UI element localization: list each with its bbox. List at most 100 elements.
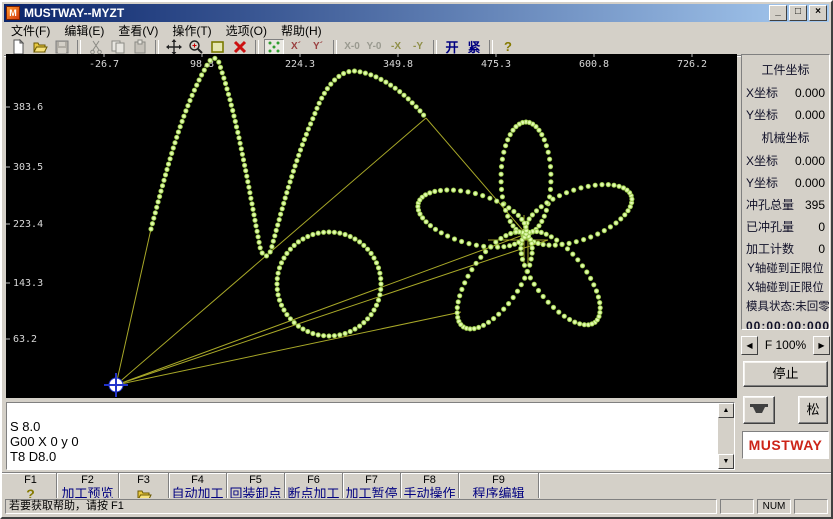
menu-item-5[interactable]: 帮助(H) bbox=[274, 21, 329, 40]
minimize-button[interactable]: _ bbox=[769, 5, 787, 21]
punch-dot bbox=[194, 83, 199, 88]
stop-button[interactable]: 停止 bbox=[743, 361, 828, 387]
punch-dot bbox=[432, 189, 437, 194]
punch-dot bbox=[365, 316, 370, 321]
feed-increase-button[interactable]: ▶ bbox=[813, 336, 830, 355]
punch-dot bbox=[343, 232, 348, 237]
punch-dot bbox=[160, 183, 165, 188]
clamp-open-button[interactable]: 开 bbox=[442, 39, 462, 55]
scroll-up-icon[interactable]: ▲ bbox=[718, 403, 734, 418]
info-row-0: 工件坐标 bbox=[746, 58, 825, 82]
punch-dot bbox=[501, 307, 506, 312]
punch-dot bbox=[275, 222, 280, 227]
info-row-3: 机械坐标 bbox=[746, 126, 825, 150]
punch-dot bbox=[294, 158, 299, 163]
punch-dot bbox=[520, 257, 525, 262]
y-to-zero-icon[interactable]: Y-0 bbox=[364, 39, 384, 55]
punch-dot bbox=[501, 244, 506, 249]
show-points-icon[interactable] bbox=[264, 39, 284, 55]
clamp-tight-button[interactable]: 紧 bbox=[464, 39, 484, 55]
right-panel: 工件坐标X坐标0.000Y坐标0.000机械坐标X坐标0.000Y坐标0.000… bbox=[741, 54, 832, 497]
paste-icon[interactable] bbox=[130, 39, 150, 55]
punch-dot bbox=[171, 145, 176, 150]
new-file-icon[interactable] bbox=[8, 39, 28, 55]
punch-dot bbox=[548, 164, 553, 169]
minus-x-icon[interactable]: -X bbox=[386, 39, 406, 55]
punch-dot bbox=[513, 229, 518, 234]
info-row-12: 00:00:00:000 bbox=[746, 317, 825, 330]
punch-dot bbox=[466, 241, 471, 246]
punch-dot bbox=[577, 321, 582, 326]
menu-item-4[interactable]: 选项(O) bbox=[219, 21, 274, 40]
punch-dot bbox=[606, 182, 611, 187]
punch-dot bbox=[302, 137, 307, 142]
x-axis-check-icon[interactable]: X´ bbox=[286, 39, 306, 55]
punch-dot bbox=[536, 223, 541, 228]
punch-dot bbox=[260, 250, 265, 255]
move-view-icon[interactable] bbox=[164, 39, 184, 55]
punch-dot bbox=[593, 183, 598, 188]
cut-icon[interactable] bbox=[86, 39, 106, 55]
punch-dot bbox=[154, 205, 159, 210]
punch-dot bbox=[522, 263, 527, 268]
open-file-icon[interactable] bbox=[30, 39, 50, 55]
punch-dot bbox=[518, 246, 523, 251]
punch-dot bbox=[204, 63, 209, 68]
feed-decrease-button[interactable]: ◀ bbox=[741, 336, 758, 355]
gcode-viewer[interactable]: S 8.0G00 X 0 y 0T8 D8.0 ▲ ▼ bbox=[6, 402, 735, 470]
punch-dot bbox=[310, 116, 315, 121]
restore-button[interactable]: □ bbox=[789, 5, 807, 21]
punch-dot bbox=[539, 219, 544, 224]
clamp-button[interactable] bbox=[743, 396, 775, 424]
loose-button[interactable]: 松 bbox=[798, 396, 828, 424]
punch-dot bbox=[591, 282, 596, 287]
rect-select-icon[interactable] bbox=[208, 39, 228, 55]
punch-dot bbox=[369, 312, 374, 317]
gcode-scrollbar[interactable]: ▲ ▼ bbox=[718, 403, 734, 469]
punch-dot bbox=[316, 231, 321, 236]
punch-dot bbox=[455, 310, 460, 315]
help-icon[interactable]: ? bbox=[498, 39, 518, 55]
menu-item-1[interactable]: 编辑(E) bbox=[57, 21, 111, 40]
y-axis-check-icon[interactable]: Y´ bbox=[308, 39, 328, 55]
menu-item-2[interactable]: 查看(V) bbox=[111, 21, 165, 40]
punch-dot bbox=[597, 310, 602, 315]
info-row-9: Y轴碰到正限位 bbox=[746, 260, 825, 279]
punch-dot bbox=[190, 93, 195, 98]
menu-item-3[interactable]: 操作(T) bbox=[165, 21, 218, 40]
punch-dot bbox=[622, 212, 627, 217]
punch-dot bbox=[216, 60, 221, 65]
punch-dot bbox=[276, 271, 281, 276]
punch-dot bbox=[515, 289, 520, 294]
punch-dot bbox=[352, 68, 357, 73]
info-row-6: 冲孔总量395 bbox=[746, 194, 825, 216]
punch-dot bbox=[224, 86, 229, 91]
minus-y-icon[interactable]: -Y bbox=[408, 39, 428, 55]
x-to-zero-icon[interactable]: X-0 bbox=[342, 39, 362, 55]
punch-dot bbox=[544, 208, 549, 213]
punch-dot bbox=[421, 113, 426, 118]
punch-dot bbox=[608, 224, 613, 229]
delete-icon[interactable] bbox=[230, 39, 250, 55]
punch-dot bbox=[536, 241, 541, 246]
punch-dot bbox=[178, 124, 183, 129]
punch-dot bbox=[272, 233, 277, 238]
menu-item-0[interactable]: 文件(F) bbox=[4, 21, 57, 40]
punch-dot bbox=[316, 332, 321, 337]
punch-dot bbox=[401, 93, 406, 98]
punch-dot bbox=[245, 179, 250, 184]
punch-dot bbox=[274, 281, 279, 286]
scroll-down-icon[interactable]: ▼ bbox=[718, 454, 734, 469]
punch-dot bbox=[264, 253, 269, 258]
drawing-canvas[interactable]: -26.798.8224.3349.8475.3600.8726.2383.63… bbox=[6, 54, 737, 398]
copy-icon[interactable] bbox=[108, 39, 128, 55]
rapid-move-line bbox=[116, 240, 548, 385]
zoom-icon[interactable] bbox=[186, 39, 206, 55]
punch-dot bbox=[541, 294, 546, 299]
punch-dot bbox=[496, 312, 501, 317]
save-file-icon[interactable] bbox=[52, 39, 72, 55]
toolbar-separator bbox=[77, 40, 81, 54]
punch-dot bbox=[280, 206, 285, 211]
punch-dot bbox=[181, 114, 186, 119]
close-button[interactable]: × bbox=[809, 5, 827, 21]
